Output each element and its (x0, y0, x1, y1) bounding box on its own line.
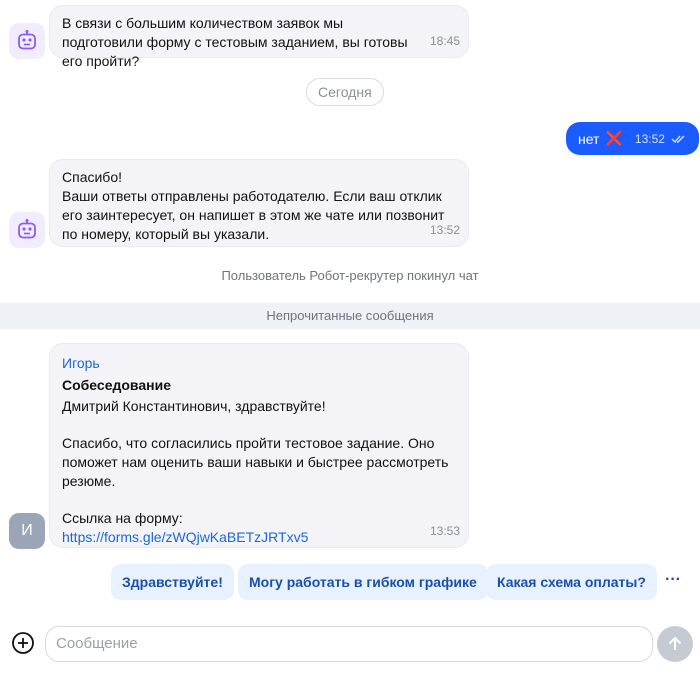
message-body: Спасибо, что согласились пройти тестовое… (62, 435, 449, 489)
robot-icon (18, 219, 36, 239)
system-message: Пользователь Робот-рекрутер покинул чат (221, 268, 479, 283)
unread-divider: Непрочитанные сообщения (0, 303, 700, 329)
more-options-icon[interactable]: ··· (665, 571, 681, 589)
sender-avatar: И (9, 513, 45, 549)
link-label: Ссылка на форму: (62, 510, 183, 526)
robot-icon (18, 30, 36, 50)
date-divider: Сегодня (306, 78, 384, 106)
send-button[interactable] (657, 626, 693, 662)
bot-message-1: В связи с большим количеством заявок мы … (49, 5, 469, 69)
message-input[interactable]: Сообщение (45, 626, 653, 662)
message-time: 13:52 (634, 131, 665, 146)
message-time: 13:53 (429, 524, 460, 538)
message-time: 13:52 (429, 223, 460, 237)
quick-reply-payment[interactable]: Какая схема оплаты? (486, 564, 657, 600)
message-subject: Собеседование (62, 377, 171, 393)
message-time: 18:45 (429, 34, 460, 48)
message-text: нет (578, 130, 600, 147)
plus-circle-icon[interactable] (11, 631, 35, 655)
sender-name[interactable]: Игорь (62, 354, 456, 373)
recruiter-message: Игорь Собеседование Дмитрий Константинов… (49, 343, 469, 548)
bot-avatar (9, 212, 45, 248)
message-title: Спасибо! (62, 169, 122, 185)
message-text: В связи с большим количеством заявок мы … (62, 15, 408, 69)
message-greeting: Дмитрий Константинович, здравствуйте! (62, 398, 326, 414)
bot-message-2: Спасибо! Ваши ответы отправлены работода… (49, 159, 469, 247)
user-message: нет ❌ 13:52 (566, 122, 699, 155)
double-check-icon (671, 135, 685, 143)
arrow-up-icon (668, 636, 682, 650)
cross-mark-emoji: ❌ (605, 130, 623, 146)
quick-reply-flexible-schedule[interactable]: Могу работать в гибком графике (238, 564, 488, 600)
bot-avatar (9, 23, 45, 59)
quick-reply-hello[interactable]: Здравствуйте! (111, 564, 234, 600)
message-text: Ваши ответы отправлены работодателю. Есл… (62, 188, 445, 242)
form-link[interactable]: https://forms.gle/zWQjwKaBETzJRTxv5 (62, 528, 456, 547)
